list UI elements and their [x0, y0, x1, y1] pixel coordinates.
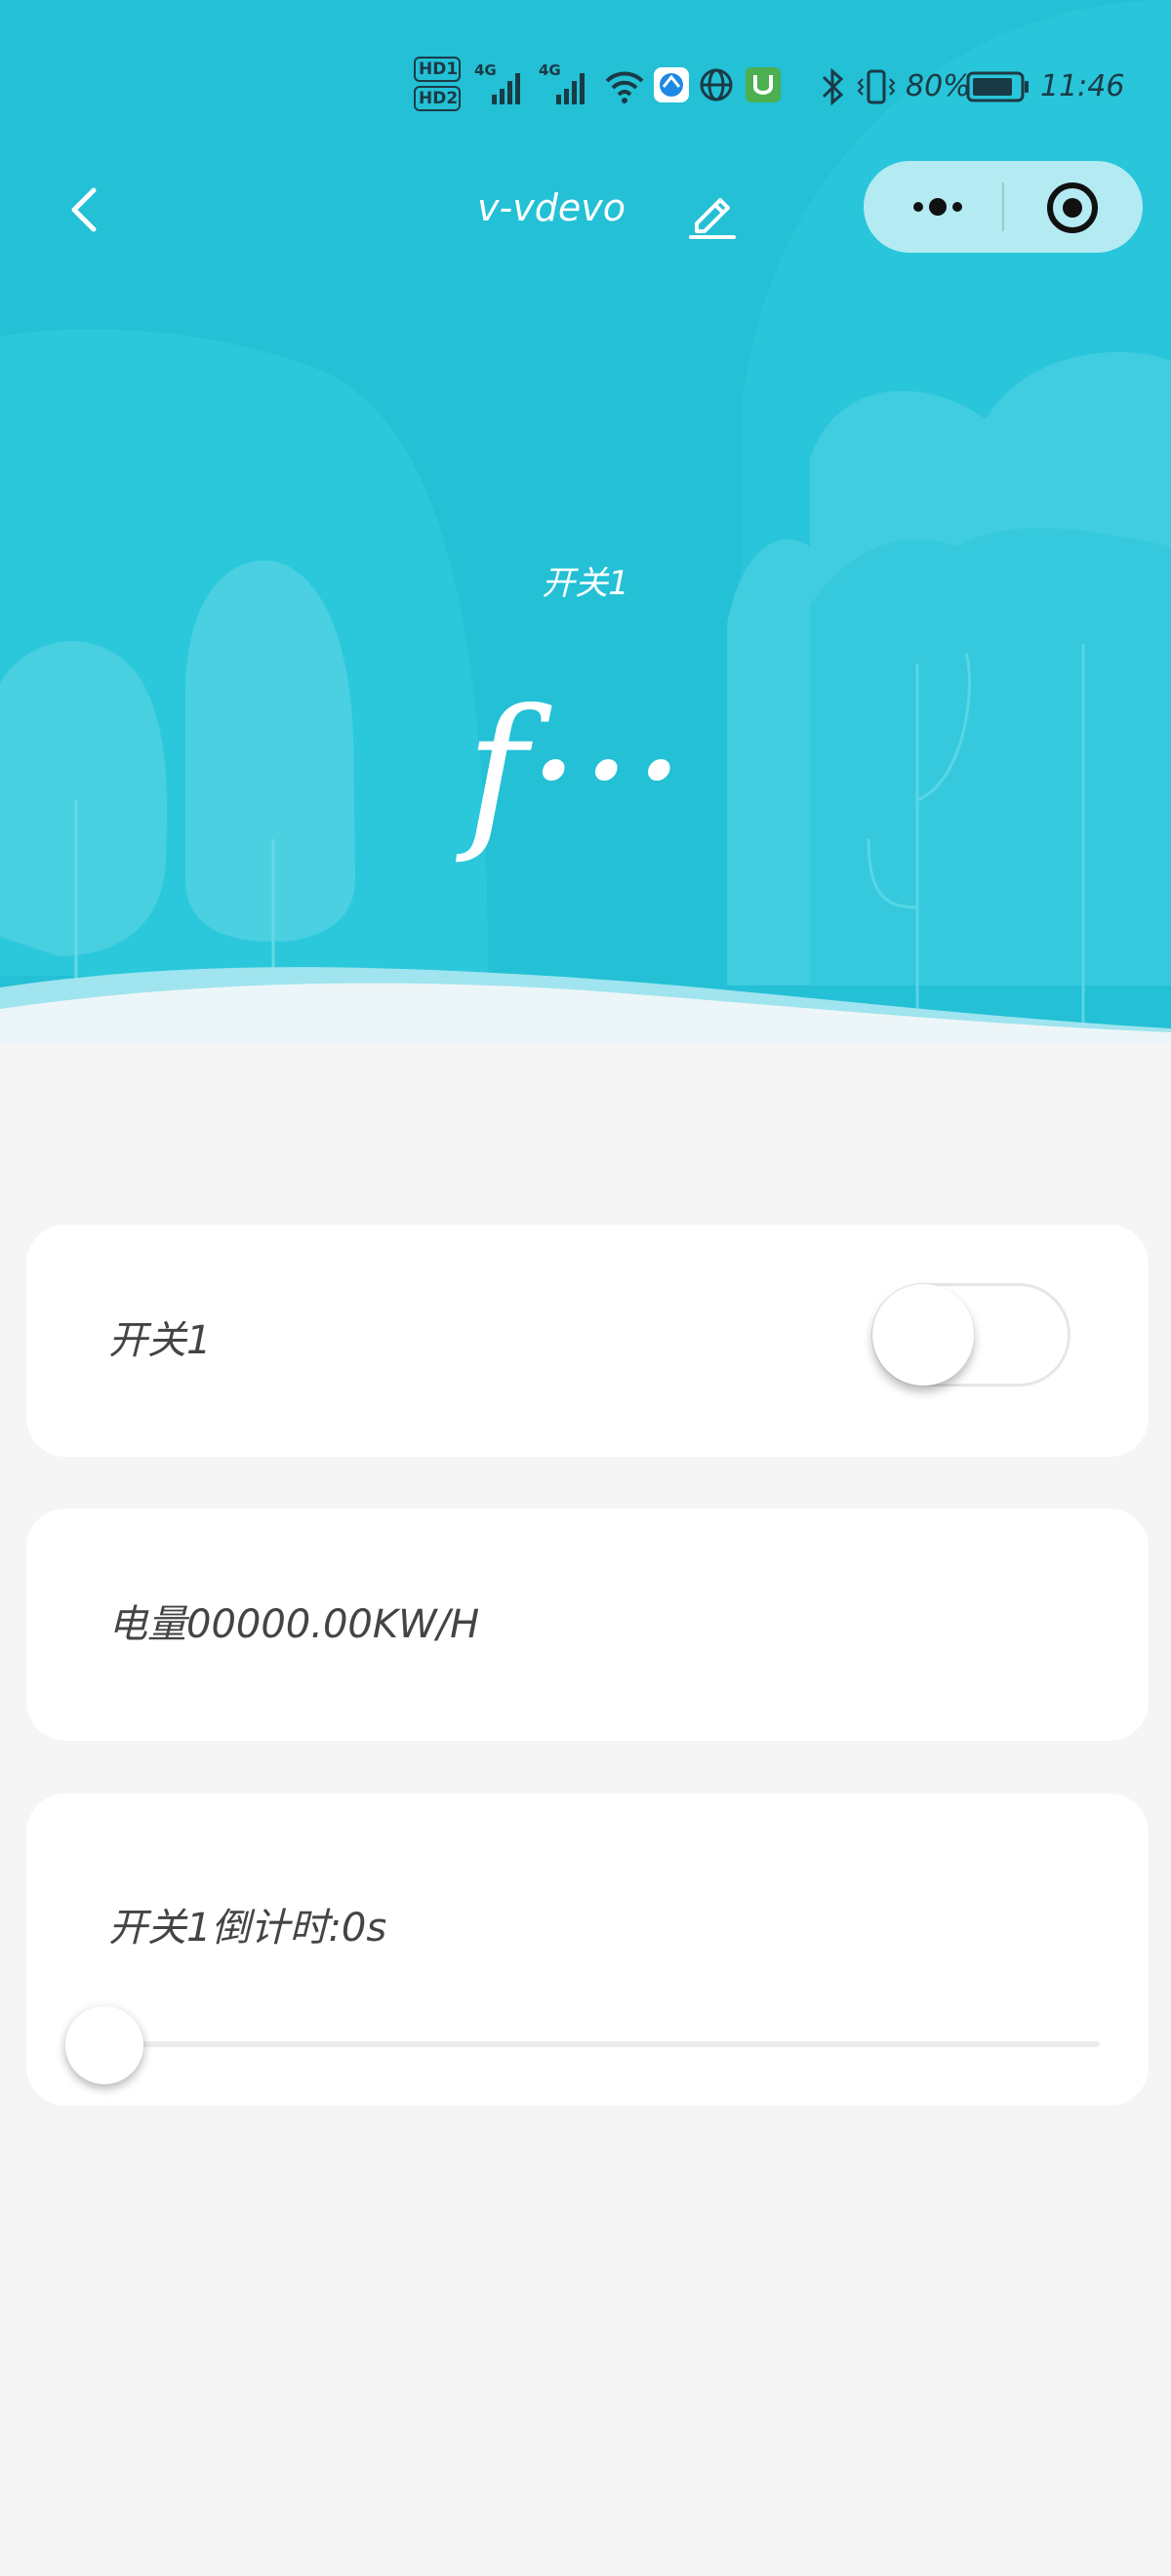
back-icon[interactable]: [59, 181, 117, 239]
target-icon[interactable]: [1045, 181, 1100, 235]
switch-toggle[interactable]: [871, 1283, 1070, 1387]
status-bar: HD1 HD2 4G 4G 80% 11:46: [0, 54, 1171, 122]
globe-icon: [697, 65, 736, 115]
miniprogram-capsule: [864, 161, 1143, 253]
app-icon: [744, 65, 783, 115]
edit-icon[interactable]: [683, 184, 742, 243]
page-title: v-vdevo: [477, 186, 626, 229]
network-type-label-2: 4G: [539, 61, 561, 79]
hd-indicators: HD1 HD2: [414, 57, 466, 117]
switch-label: 开关1: [108, 1318, 212, 1363]
countdown-card: 开关1倒计时:0s: [26, 1793, 1149, 2106]
countdown-label: 开关1倒计时:0s: [108, 1906, 387, 1951]
network-type-label: 4G: [474, 61, 497, 79]
vibrate-icon: [855, 65, 898, 119]
wifi-icon: [603, 65, 646, 119]
more-icon[interactable]: [899, 181, 977, 233]
power-label: 电量00000.00KW/H: [108, 1602, 480, 1647]
hd2-badge: HD2: [414, 86, 461, 111]
hd1-badge: HD1: [414, 57, 461, 82]
toggle-knob: [872, 1284, 974, 1386]
switch-card: 开关1: [26, 1225, 1149, 1457]
navigation-bar: v-vdevo: [0, 161, 1171, 259]
bluetooth-icon: [818, 65, 847, 119]
hero-header: [0, 0, 1171, 1044]
slider-track: [95, 2041, 1100, 2047]
hero-illustration: [0, 0, 1171, 1044]
battery-icon: [966, 65, 1030, 119]
hero-switch-state: f···: [465, 674, 686, 867]
capsule-divider: [1002, 182, 1004, 231]
power-card: 电量00000.00KW/H: [26, 1509, 1149, 1741]
browser-app-icon: [652, 65, 691, 115]
countdown-slider[interactable]: [65, 1998, 1100, 2086]
slider-thumb[interactable]: [65, 2006, 143, 2084]
clock: 11:46: [1040, 69, 1125, 103]
signal-icon: 4G: [474, 61, 533, 108]
signal-icon-2: 4G: [539, 61, 597, 108]
battery-percent: 80%: [906, 69, 971, 103]
hero-switch-name: 开关1: [542, 564, 629, 603]
